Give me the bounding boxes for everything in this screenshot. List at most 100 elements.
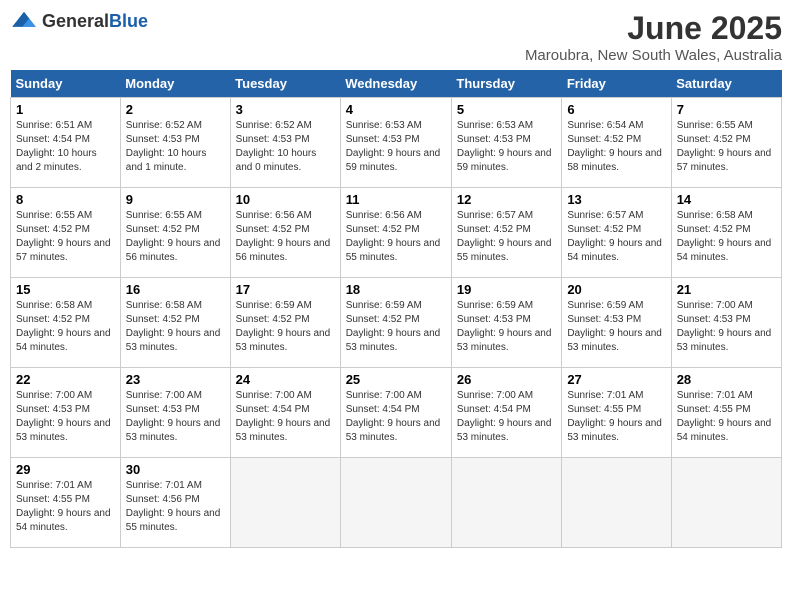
day-detail: Sunrise: 6:59 AMSunset: 4:52 PMDaylight:… (346, 299, 446, 355)
day-detail: Sunrise: 6:53 AMSunset: 4:53 PMDaylight:… (457, 119, 556, 175)
day-detail: Sunrise: 7:01 AMSunset: 4:55 PMDaylight:… (567, 389, 665, 445)
day-number: 1 (16, 102, 115, 117)
day-detail: Sunrise: 7:00 AMSunset: 4:53 PMDaylight:… (126, 389, 225, 445)
day-cell: 9Sunrise: 6:55 AMSunset: 4:52 PMDaylight… (120, 188, 230, 278)
day-detail: Sunrise: 6:54 AMSunset: 4:52 PMDaylight:… (567, 119, 665, 175)
day-number: 20 (567, 282, 665, 297)
day-cell: 7 Sunrise: 6:55 AMSunset: 4:52 PMDaylight… (671, 98, 781, 188)
day-cell: 1 Sunrise: 6:51 AMSunset: 4:54 PMDaylight… (11, 98, 121, 188)
day-detail: Sunrise: 6:58 AMSunset: 4:52 PMDaylight:… (126, 299, 225, 355)
calendar-table: SundayMondayTuesdayWednesdayThursdayFrid… (10, 70, 782, 548)
day-number: 29 (16, 462, 115, 477)
day-detail: Sunrise: 6:58 AMSunset: 4:52 PMDaylight:… (16, 299, 115, 355)
day-number: 12 (457, 192, 556, 207)
day-detail: Sunrise: 6:55 AMSunset: 4:52 PMDaylight:… (126, 209, 225, 265)
day-number: 30 (126, 462, 225, 477)
day-number: 19 (457, 282, 556, 297)
day-detail: Sunrise: 6:52 AMSunset: 4:53 PMDaylight:… (236, 119, 335, 175)
week-row-2: 8 Sunrise: 6:55 AMSunset: 4:52 PMDaylight… (11, 188, 782, 278)
day-number: 16 (126, 282, 225, 297)
logo: GeneralBlue (10, 10, 148, 32)
day-cell: 20 Sunrise: 6:59 AMSunset: 4:53 PMDayligh… (562, 278, 671, 368)
day-cell (671, 458, 781, 548)
day-cell: 15Sunrise: 6:58 AMSunset: 4:52 PMDayligh… (11, 278, 121, 368)
day-detail: Sunrise: 6:56 AMSunset: 4:52 PMDaylight:… (236, 209, 335, 265)
col-header-friday: Friday (562, 70, 671, 98)
col-header-monday: Monday (120, 70, 230, 98)
day-number: 25 (346, 372, 446, 387)
day-detail: Sunrise: 7:00 AMSunset: 4:54 PMDaylight:… (346, 389, 446, 445)
day-number: 13 (567, 192, 665, 207)
day-detail: Sunrise: 7:00 AMSunset: 4:53 PMDaylight:… (16, 389, 115, 445)
day-detail: Sunrise: 6:55 AMSunset: 4:52 PMDaylight:… (677, 119, 776, 175)
day-cell (230, 458, 340, 548)
day-cell: 2Sunrise: 6:52 AMSunset: 4:53 PMDaylight… (120, 98, 230, 188)
day-number: 8 (16, 192, 115, 207)
day-detail: Sunrise: 7:00 AMSunset: 4:53 PMDaylight:… (677, 299, 776, 355)
day-number: 26 (457, 372, 556, 387)
day-detail: Sunrise: 6:59 AMSunset: 4:53 PMDaylight:… (567, 299, 665, 355)
day-number: 18 (346, 282, 446, 297)
day-cell: 30 Sunrise: 7:01 AMSunset: 4:56 PMDayligh… (120, 458, 230, 548)
day-cell: 18 Sunrise: 6:59 AMSunset: 4:52 PMDayligh… (340, 278, 451, 368)
day-number: 21 (677, 282, 776, 297)
day-detail: Sunrise: 6:58 AMSunset: 4:52 PMDaylight:… (677, 209, 776, 265)
day-cell: 27 Sunrise: 7:01 AMSunset: 4:55 PMDayligh… (562, 368, 671, 458)
day-detail: Sunrise: 6:51 AMSunset: 4:54 PMDaylight:… (16, 119, 115, 175)
day-cell (451, 458, 561, 548)
logo-text-blue: Blue (109, 11, 148, 31)
day-cell (340, 458, 451, 548)
day-cell (562, 458, 671, 548)
day-cell: 22 Sunrise: 7:00 AMSunset: 4:53 PMDayligh… (11, 368, 121, 458)
day-cell: 23 Sunrise: 7:00 AMSunset: 4:53 PMDayligh… (120, 368, 230, 458)
day-cell: 5Sunrise: 6:53 AMSunset: 4:53 PMDaylight… (451, 98, 561, 188)
day-detail: Sunrise: 6:59 AMSunset: 4:53 PMDaylight:… (457, 299, 556, 355)
day-cell: 16 Sunrise: 6:58 AMSunset: 4:52 PMDayligh… (120, 278, 230, 368)
day-cell: 17 Sunrise: 6:59 AMSunset: 4:52 PMDayligh… (230, 278, 340, 368)
day-number: 28 (677, 372, 776, 387)
week-row-1: 1 Sunrise: 6:51 AMSunset: 4:54 PMDaylight… (11, 98, 782, 188)
day-detail: Sunrise: 6:53 AMSunset: 4:53 PMDaylight:… (346, 119, 446, 175)
title-area: June 2025 Maroubra, New South Wales, Aus… (525, 10, 782, 64)
logo-icon (10, 10, 38, 32)
day-cell: 29Sunrise: 7:01 AMSunset: 4:55 PMDayligh… (11, 458, 121, 548)
day-detail: Sunrise: 6:55 AMSunset: 4:52 PMDaylight:… (16, 209, 115, 265)
week-row-3: 15Sunrise: 6:58 AMSunset: 4:52 PMDayligh… (11, 278, 782, 368)
col-header-tuesday: Tuesday (230, 70, 340, 98)
day-cell: 14Sunrise: 6:58 AMSunset: 4:52 PMDayligh… (671, 188, 781, 278)
day-number: 17 (236, 282, 335, 297)
day-cell: 25 Sunrise: 7:00 AMSunset: 4:54 PMDayligh… (340, 368, 451, 458)
month-title: June 2025 (525, 10, 782, 47)
day-number: 10 (236, 192, 335, 207)
day-number: 3 (236, 102, 335, 117)
col-header-sunday: Sunday (11, 70, 121, 98)
day-detail: Sunrise: 7:01 AMSunset: 4:56 PMDaylight:… (126, 479, 225, 535)
day-number: 11 (346, 192, 446, 207)
header-row: SundayMondayTuesdayWednesdayThursdayFrid… (11, 70, 782, 98)
day-detail: Sunrise: 6:59 AMSunset: 4:52 PMDaylight:… (236, 299, 335, 355)
week-row-5: 29Sunrise: 7:01 AMSunset: 4:55 PMDayligh… (11, 458, 782, 548)
day-number: 24 (236, 372, 335, 387)
day-detail: Sunrise: 6:57 AMSunset: 4:52 PMDaylight:… (457, 209, 556, 265)
logo-text-general: General (42, 11, 109, 31)
day-cell: 12 Sunrise: 6:57 AMSunset: 4:52 PMDayligh… (451, 188, 561, 278)
day-detail: Sunrise: 7:00 AMSunset: 4:54 PMDaylight:… (457, 389, 556, 445)
day-number: 23 (126, 372, 225, 387)
day-cell: 26 Sunrise: 7:00 AMSunset: 4:54 PMDayligh… (451, 368, 561, 458)
day-cell: 4 Sunrise: 6:53 AMSunset: 4:53 PMDaylight… (340, 98, 451, 188)
day-cell: 6Sunrise: 6:54 AMSunset: 4:52 PMDaylight… (562, 98, 671, 188)
day-number: 4 (346, 102, 446, 117)
day-cell: 28 Sunrise: 7:01 AMSunset: 4:55 PMDayligh… (671, 368, 781, 458)
col-header-saturday: Saturday (671, 70, 781, 98)
day-cell: 8 Sunrise: 6:55 AMSunset: 4:52 PMDaylight… (11, 188, 121, 278)
week-row-4: 22 Sunrise: 7:00 AMSunset: 4:53 PMDayligh… (11, 368, 782, 458)
day-number: 27 (567, 372, 665, 387)
day-detail: Sunrise: 7:01 AMSunset: 4:55 PMDaylight:… (677, 389, 776, 445)
col-header-wednesday: Wednesday (340, 70, 451, 98)
page-header: GeneralBlue June 2025 Maroubra, New Sout… (10, 10, 782, 64)
day-number: 22 (16, 372, 115, 387)
day-detail: Sunrise: 6:56 AMSunset: 4:52 PMDaylight:… (346, 209, 446, 265)
day-detail: Sunrise: 7:00 AMSunset: 4:54 PMDaylight:… (236, 389, 335, 445)
day-cell: 21 Sunrise: 7:00 AMSunset: 4:53 PMDayligh… (671, 278, 781, 368)
day-number: 7 (677, 102, 776, 117)
